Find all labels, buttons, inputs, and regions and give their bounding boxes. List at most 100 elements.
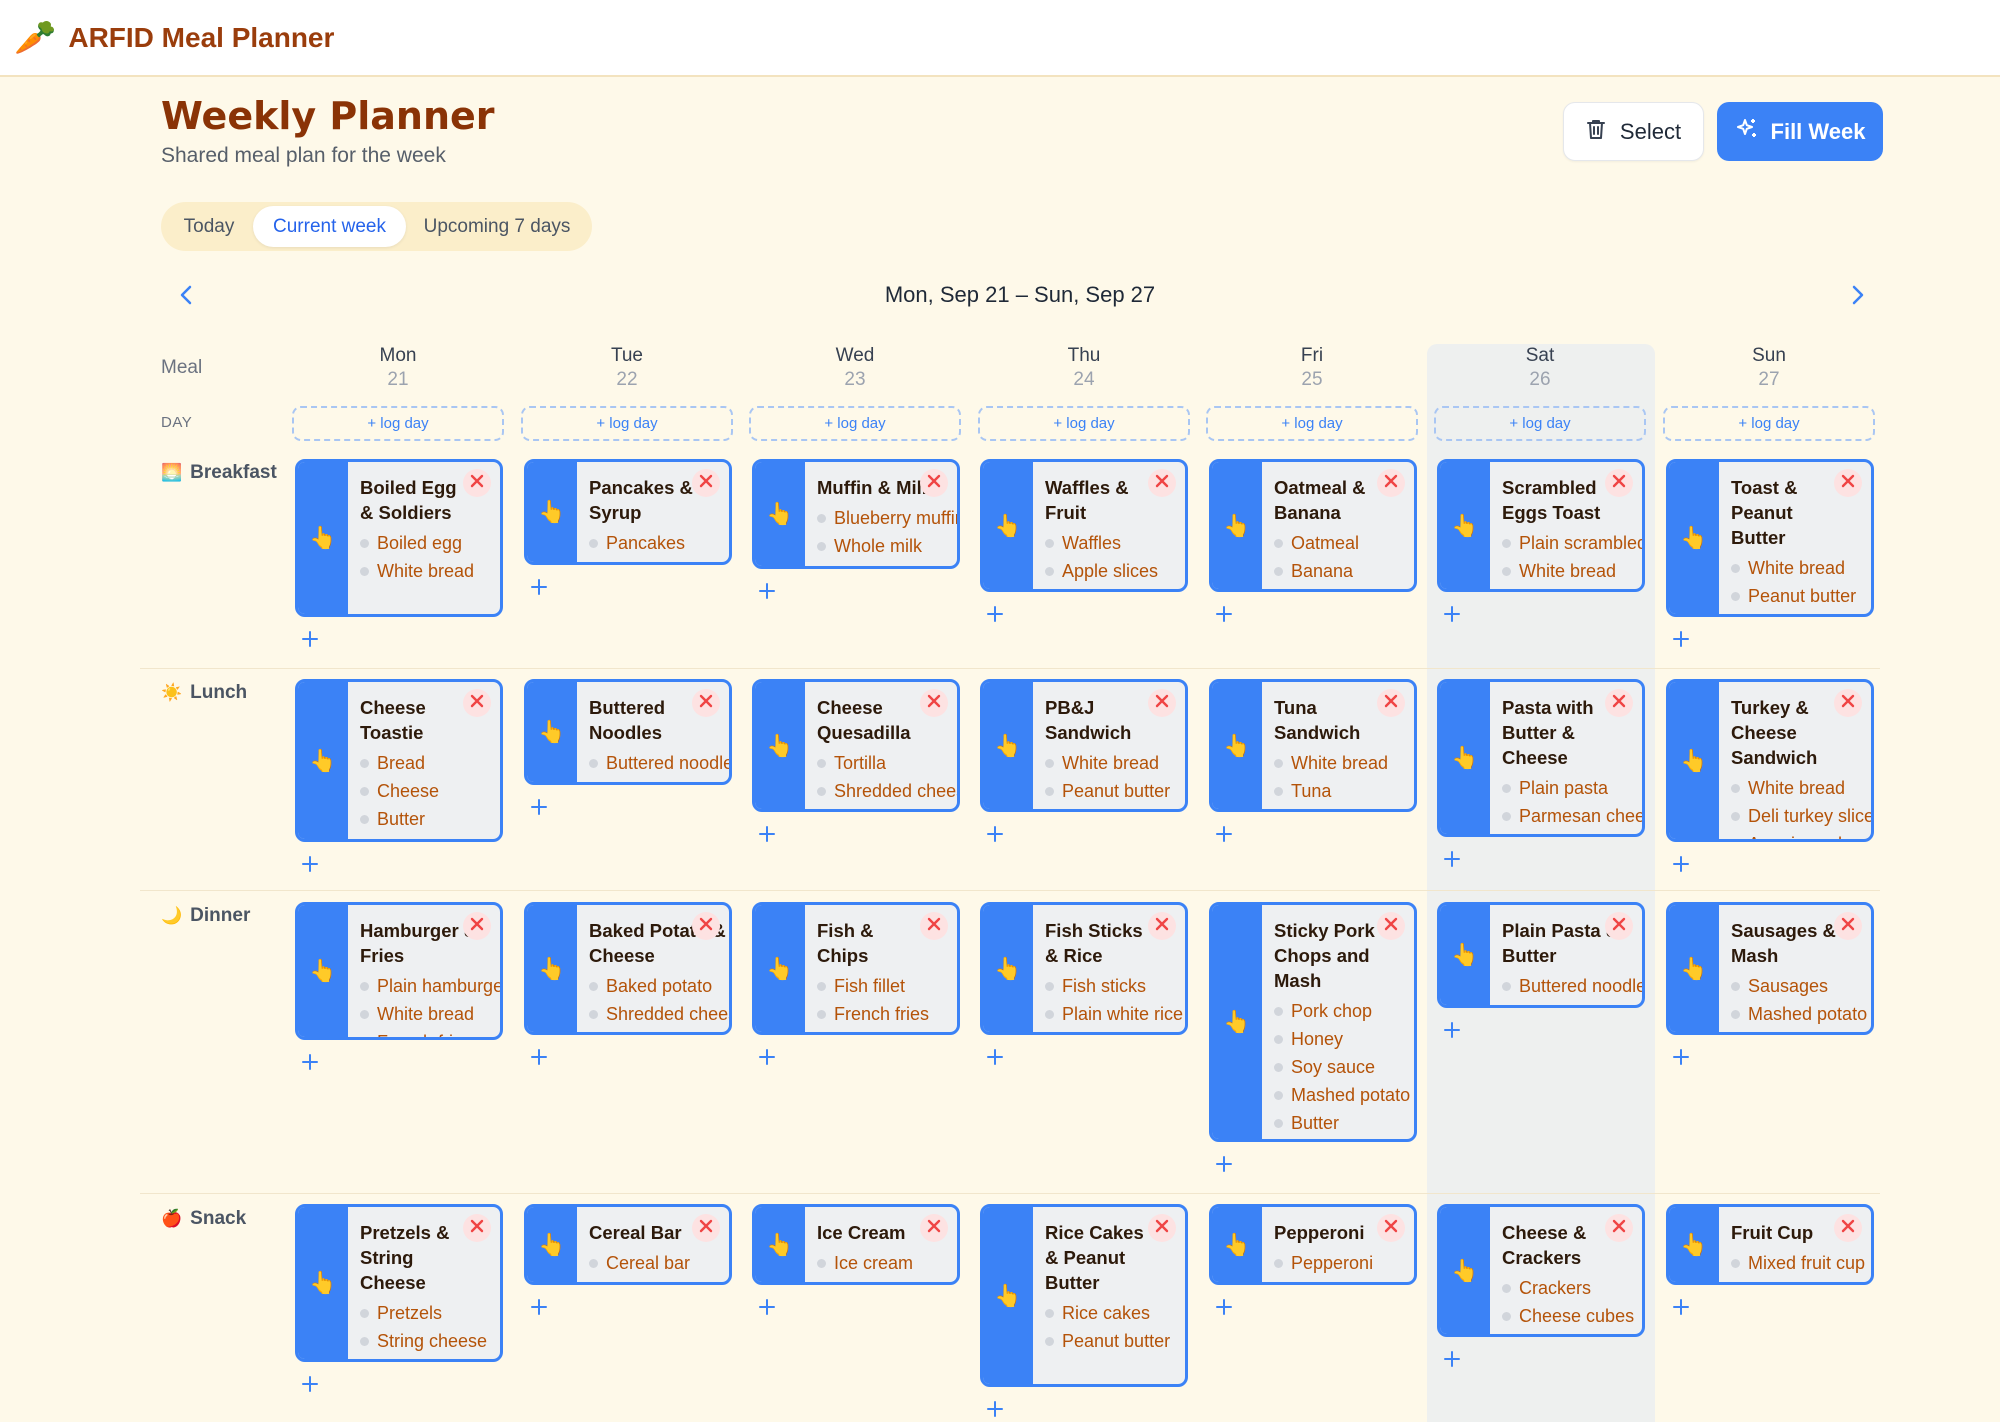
remove-meal-button[interactable] xyxy=(1834,689,1862,717)
meal-card[interactable]: 👆 Tuna Sandwich White bread Tuna xyxy=(1209,679,1417,812)
drag-handle[interactable]: 👆 xyxy=(983,1207,1033,1384)
log-day-button[interactable]: + log day xyxy=(749,406,961,441)
meal-card[interactable]: 👆 PB&J Sandwich White bread Peanut butter xyxy=(980,679,1188,812)
add-meal-button[interactable] xyxy=(1441,1021,1463,1043)
remove-meal-button[interactable] xyxy=(1148,689,1176,717)
remove-meal-button[interactable] xyxy=(1834,469,1862,497)
drag-handle[interactable]: 👆 xyxy=(1440,905,1490,1005)
meal-card[interactable]: 👆 Pepperoni Pepperoni xyxy=(1209,1204,1417,1285)
remove-meal-button[interactable] xyxy=(692,912,720,940)
previous-week-button[interactable] xyxy=(169,278,203,312)
drag-handle[interactable]: 👆 xyxy=(755,1207,805,1282)
add-meal-button[interactable] xyxy=(1441,605,1463,627)
tab-upcoming-7-days[interactable]: Upcoming 7 days xyxy=(406,206,588,247)
remove-meal-button[interactable] xyxy=(463,689,491,717)
meal-card[interactable]: 👆 Oatmeal & Banana Oatmeal Banana xyxy=(1209,459,1417,592)
meal-card[interactable]: 👆 Cheese Toastie Bread Cheese Butter xyxy=(295,679,503,842)
add-meal-button[interactable] xyxy=(1670,855,1692,877)
log-day-button[interactable]: + log day xyxy=(1434,406,1646,441)
add-meal-button[interactable] xyxy=(299,1053,321,1075)
meal-card[interactable]: 👆Scrambled Eggs ToastPlain scrambled egg… xyxy=(1437,459,1645,592)
drag-handle[interactable]: 👆 xyxy=(527,905,577,1032)
drag-handle[interactable]: 👆 xyxy=(755,905,805,1032)
remove-meal-button[interactable] xyxy=(1377,689,1405,717)
remove-meal-button[interactable] xyxy=(463,469,491,497)
add-meal-button[interactable] xyxy=(299,855,321,877)
add-meal-button[interactable] xyxy=(528,1048,550,1070)
log-day-button[interactable]: + log day xyxy=(1663,406,1875,441)
meal-card[interactable]: 👆 Fruit Cup Mixed fruit cup xyxy=(1666,1204,1874,1285)
add-meal-button[interactable] xyxy=(528,578,550,600)
remove-meal-button[interactable] xyxy=(463,1214,491,1242)
remove-meal-button[interactable] xyxy=(920,912,948,940)
drag-handle[interactable]: 👆 xyxy=(1440,462,1490,589)
add-meal-button[interactable] xyxy=(299,1375,321,1397)
add-meal-button[interactable] xyxy=(984,1400,1006,1422)
add-meal-button[interactable] xyxy=(1213,605,1235,627)
meal-card[interactable]: 👆 Cereal Bar Cereal bar xyxy=(524,1204,732,1285)
remove-meal-button[interactable] xyxy=(463,912,491,940)
meal-card[interactable]: 👆 Toast & Peanut Butter White bread Peanut … xyxy=(1666,459,1874,617)
remove-meal-button[interactable] xyxy=(1605,912,1633,940)
meal-card[interactable]: 👆 Rice Cakes & Peanut Butter Rice cakes Pea… xyxy=(980,1204,1188,1387)
drag-handle[interactable]: 👆 xyxy=(298,462,348,614)
drag-handle[interactable]: 👆 xyxy=(298,682,348,839)
remove-meal-button[interactable] xyxy=(1148,912,1176,940)
meal-card[interactable]: 👆 Sausages & Mash Sausages Mashed potato xyxy=(1666,902,1874,1035)
drag-handle[interactable]: 👆 xyxy=(755,682,805,809)
drag-handle[interactable]: 👆 xyxy=(1669,462,1719,614)
remove-meal-button[interactable] xyxy=(1605,1214,1633,1242)
meal-card[interactable]: 👆 Hamburger & Fries Plain hamburger White b… xyxy=(295,902,503,1040)
add-meal-button[interactable] xyxy=(756,1048,778,1070)
remove-meal-button[interactable] xyxy=(1377,469,1405,497)
drag-handle[interactable]: 👆 xyxy=(983,905,1033,1032)
drag-handle[interactable]: 👆 xyxy=(983,462,1033,589)
remove-meal-button[interactable] xyxy=(1377,912,1405,940)
drag-handle[interactable]: 👆 xyxy=(1669,905,1719,1032)
add-meal-button[interactable] xyxy=(1213,825,1235,847)
meal-card[interactable]: 👆 Cheese Quesadilla TortillaShredded chees… xyxy=(752,679,960,812)
drag-handle[interactable]: 👆 xyxy=(298,1207,348,1359)
add-meal-button[interactable] xyxy=(1670,630,1692,652)
next-week-button[interactable] xyxy=(1841,278,1875,312)
meal-card[interactable]: 👆 Plain Pasta & Butter Buttered noodles xyxy=(1437,902,1645,1008)
add-meal-button[interactable] xyxy=(299,630,321,652)
meal-card[interactable]: 👆 Turkey & Cheese Sandwich White bread Deli… xyxy=(1666,679,1874,842)
remove-meal-button[interactable] xyxy=(1148,1214,1176,1242)
meal-card[interactable]: 👆 Baked Potato & Cheese Baked potato Shredd… xyxy=(524,902,732,1035)
add-meal-button[interactable] xyxy=(984,825,1006,847)
add-meal-button[interactable] xyxy=(1441,1350,1463,1372)
remove-meal-button[interactable] xyxy=(1148,469,1176,497)
drag-handle[interactable]: 👆 xyxy=(1212,905,1262,1139)
meal-card[interactable]: 👆 Pancakes & Syrup Pancakes xyxy=(524,459,732,565)
add-meal-button[interactable] xyxy=(1670,1298,1692,1320)
remove-meal-button[interactable] xyxy=(920,689,948,717)
meal-card[interactable]: 👆 Ice Cream Ice cream xyxy=(752,1204,960,1285)
add-meal-button[interactable] xyxy=(1441,850,1463,872)
add-meal-button[interactable] xyxy=(1670,1048,1692,1070)
add-meal-button[interactable] xyxy=(756,1298,778,1320)
remove-meal-button[interactable] xyxy=(920,1214,948,1242)
remove-meal-button[interactable] xyxy=(920,469,948,497)
select-button[interactable]: Select xyxy=(1563,102,1704,161)
meal-card[interactable]: 👆 Pretzels & String Cheese Pretzels String … xyxy=(295,1204,503,1362)
meal-card[interactable]: 👆 Muffin & Milk Blueberry muffin Whole milk xyxy=(752,459,960,569)
meal-card[interactable]: 👆 Sticky Pork Chops and Mash Pork chop Hone… xyxy=(1209,902,1417,1142)
drag-handle[interactable]: 👆 xyxy=(1212,1207,1262,1282)
drag-handle[interactable]: 👆 xyxy=(1440,682,1490,834)
meal-card[interactable]: 👆 Fish & Chips Fish fillet French fries xyxy=(752,902,960,1035)
remove-meal-button[interactable] xyxy=(692,689,720,717)
remove-meal-button[interactable] xyxy=(1605,469,1633,497)
log-day-button[interactable]: + log day xyxy=(1206,406,1418,441)
meal-card[interactable]: 👆 Fish Sticks & Rice Fish sticks Plain whit… xyxy=(980,902,1188,1035)
remove-meal-button[interactable] xyxy=(1605,689,1633,717)
drag-handle[interactable]: 👆 xyxy=(527,462,577,562)
drag-handle[interactable]: 👆 xyxy=(1669,682,1719,839)
meal-card[interactable]: 👆 Waffles & Fruit Waffles Apple slices xyxy=(980,459,1188,592)
tab-today[interactable]: Today xyxy=(165,206,253,247)
log-day-button[interactable]: + log day xyxy=(521,406,733,441)
log-day-button[interactable]: + log day xyxy=(292,406,504,441)
add-meal-button[interactable] xyxy=(1213,1155,1235,1177)
log-day-button[interactable]: + log day xyxy=(978,406,1190,441)
add-meal-button[interactable] xyxy=(1213,1298,1235,1320)
